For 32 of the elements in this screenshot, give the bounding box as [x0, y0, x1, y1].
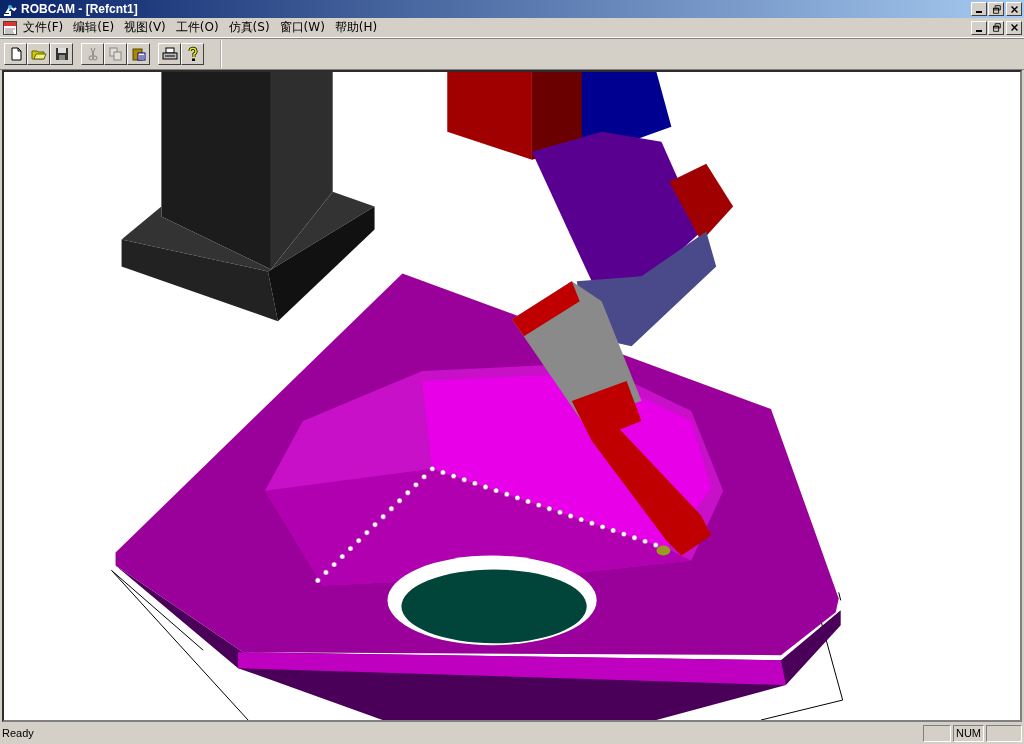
minimize-icon: [976, 11, 982, 13]
status-message: Ready: [2, 727, 35, 739]
question-mark-button[interactable]: [181, 43, 204, 65]
minimize-icon: [976, 29, 982, 32]
printer-icon: [161, 46, 178, 62]
restore-icon: [990, 22, 1002, 33]
menu-item[interactable]: 文件(F): [18, 19, 69, 36]
minimize-button[interactable]: [971, 2, 987, 16]
restore-icon: [990, 3, 1002, 15]
new-file-button[interactable]: [4, 43, 27, 65]
menu-item[interactable]: 视图(V): [119, 19, 171, 36]
floppy-disk-button[interactable]: [50, 43, 73, 65]
document-icon: [2, 19, 18, 36]
clipboard-icon: [130, 46, 147, 62]
menu-item[interactable]: 工件(O): [170, 19, 224, 36]
menu-item[interactable]: 窗口(W): [274, 19, 330, 36]
menu-item[interactable]: 编辑(E): [68, 19, 120, 36]
window-title: ROBCAM - [Refcnt1]: [21, 2, 139, 16]
copy-icon: [107, 46, 124, 62]
clipboard-button[interactable]: [127, 43, 150, 65]
menu-item[interactable]: 仿真(S): [223, 19, 275, 36]
minimize-button[interactable]: [971, 20, 987, 35]
folder-button[interactable]: [27, 43, 50, 65]
status-indicator: NUM: [952, 724, 984, 742]
menu-item[interactable]: 帮助(H): [329, 19, 383, 36]
printer-button[interactable]: [158, 43, 181, 65]
close-button[interactable]: [1006, 2, 1022, 16]
status-pane: [922, 724, 951, 742]
close-button[interactable]: [1006, 20, 1022, 35]
restore-button[interactable]: [988, 20, 1004, 35]
restore-button[interactable]: [988, 2, 1004, 16]
status-pane: [986, 724, 1022, 742]
